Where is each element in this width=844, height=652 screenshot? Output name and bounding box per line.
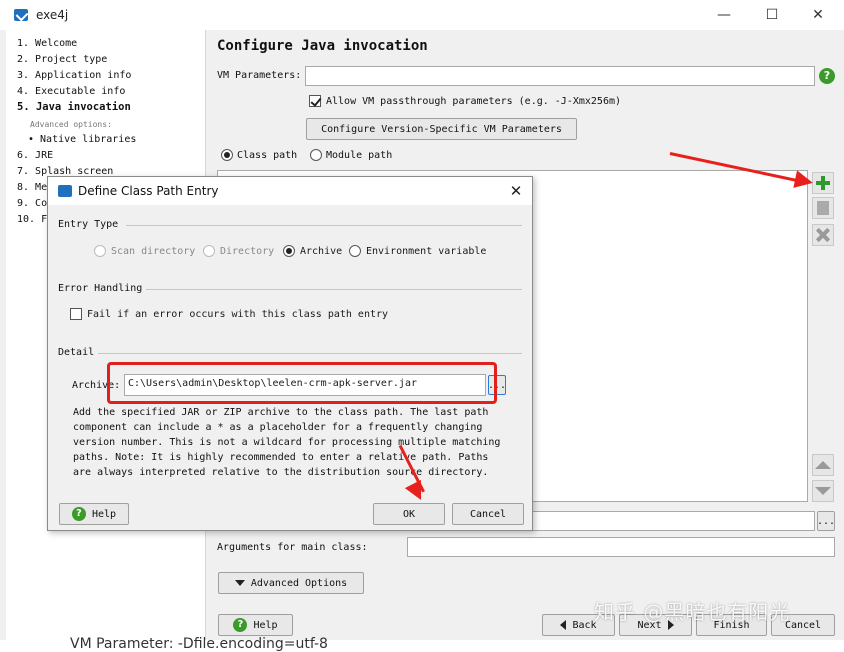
vm-parameters-input[interactable] (305, 66, 815, 86)
chevron-up-icon (815, 461, 831, 469)
move-up-button[interactable] (812, 454, 834, 476)
class-path-option[interactable]: Class path (221, 149, 297, 161)
fail-on-error-option[interactable]: Fail if an error occurs with this class … (70, 308, 388, 320)
help-icon[interactable]: ? (819, 68, 835, 84)
main-class-browse-button[interactable]: ... (817, 511, 835, 531)
archive-option-label: Archive (300, 245, 343, 257)
allow-passthrough-label: Allow VM passthrough parameters (e.g. -J… (326, 95, 622, 107)
allow-passthrough-checkbox[interactable] (309, 95, 321, 107)
directory-label: Directory (220, 245, 275, 257)
step-executable-info[interactable]: 4. Executable info (17, 86, 125, 97)
step-jre[interactable]: 6. JRE (17, 150, 53, 161)
fail-on-error-label: Fail if an error occurs with this class … (87, 308, 389, 320)
environment-variable-label: Environment variable (366, 245, 487, 257)
description-line: Add the specified JAR or ZIP archive to … (73, 407, 489, 418)
background-vm-parameter-text: VM Parameter: -Dfile.encoding=utf-8 (70, 636, 328, 652)
arguments-input[interactable] (407, 537, 835, 557)
help-icon: ? (71, 507, 86, 521)
chevron-down-icon (815, 487, 831, 495)
move-down-button[interactable] (812, 480, 834, 502)
environment-variable-option[interactable]: Environment variable (349, 245, 486, 257)
exe4j-dialog-icon (58, 185, 72, 197)
archive-radio[interactable] (283, 245, 295, 257)
page-title: Configure Java invocation (217, 38, 428, 54)
ok-button[interactable]: OK (373, 503, 445, 525)
minimize-button[interactable]: — (712, 4, 736, 26)
scan-directory-label: Scan directory (111, 245, 196, 257)
step-9[interactable]: 9. Co (17, 198, 47, 209)
window-title: exe4j (36, 8, 69, 22)
edit-entry-button[interactable] (812, 197, 834, 219)
advanced-options-button[interactable]: Advanced Options (218, 572, 364, 594)
class-path-radio[interactable] (221, 149, 233, 161)
archive-description: Add the specified JAR or ZIP archive to … (73, 405, 500, 480)
directory-option[interactable]: Directory (203, 245, 274, 257)
description-line: paths. Note: It is highly recommended to… (73, 452, 489, 463)
scan-directory-option[interactable]: Scan directory (94, 245, 195, 257)
close-button[interactable]: ✕ (806, 4, 830, 26)
error-handling-divider (146, 289, 522, 290)
dialog-cancel-button[interactable]: Cancel (452, 503, 524, 525)
maximize-button[interactable]: ☐ (760, 4, 784, 26)
vm-parameters-label: VM Parameters: (217, 70, 302, 81)
class-path-label: Class path (237, 149, 298, 161)
entry-type-divider (126, 225, 522, 226)
help-button[interactable]: ? Help (218, 614, 293, 636)
main-class-input[interactable] (527, 511, 815, 531)
description-line: component can include a * as a placehold… (73, 422, 483, 433)
archive-option[interactable]: Archive (283, 245, 342, 257)
module-path-radio[interactable] (310, 149, 322, 161)
detail-section-title: Detail (58, 347, 95, 358)
triangle-down-icon (234, 580, 245, 586)
module-path-label: Module path (326, 149, 393, 161)
dialog-close-icon[interactable]: ✕ (506, 181, 526, 201)
step-java-invocation[interactable]: 5. Java invocation (17, 101, 131, 113)
step-8[interactable]: 8. Me (17, 182, 47, 193)
archive-path-highlight (107, 362, 497, 404)
directory-radio[interactable] (203, 245, 215, 257)
dialog-title: Define Class Path Entry (78, 184, 219, 198)
advanced-options-label: Advanced Options (250, 577, 348, 589)
step-native-libraries[interactable]: • Native libraries (28, 134, 136, 145)
help-label: Help (253, 619, 278, 631)
dialog-title-bar: Define Class Path Entry ✕ (48, 177, 532, 205)
step-welcome[interactable]: 1. Welcome (17, 38, 77, 49)
annotation-arrowhead-add (793, 170, 815, 192)
detail-divider (98, 353, 522, 354)
advanced-options-caption: Advanced options: (30, 120, 112, 129)
fail-on-error-checkbox[interactable] (70, 308, 82, 320)
edit-document-icon (817, 201, 829, 215)
remove-entry-button[interactable] (812, 224, 834, 246)
description-line: version number. This is not a wildcard f… (73, 437, 501, 448)
exe4j-app-icon (14, 9, 28, 21)
back-label: Back (572, 619, 597, 631)
dialog-help-label: Help (91, 508, 117, 520)
module-path-option[interactable]: Module path (310, 149, 392, 161)
add-entry-button[interactable] (812, 172, 834, 194)
environment-variable-radio[interactable] (349, 245, 361, 257)
step-application-info[interactable]: 3. Application info (17, 70, 131, 81)
help-icon: ? (233, 618, 248, 632)
arrow-left-icon (560, 620, 567, 630)
define-class-path-entry-dialog: Define Class Path Entry ✕ Entry Type Sca… (47, 176, 533, 531)
description-line: are always interpreted relative to the d… (73, 467, 489, 478)
scan-directory-radio[interactable] (94, 245, 106, 257)
arguments-label: Arguments for main class: (217, 542, 368, 553)
step-10[interactable]: 10. F (17, 214, 47, 225)
step-project-type[interactable]: 2. Project type (17, 54, 107, 65)
entry-type-section-title: Entry Type (58, 219, 119, 230)
zhihu-watermark: 知乎 @黑暗也有阳光 (594, 600, 791, 624)
allow-passthrough-option[interactable]: Allow VM passthrough parameters (e.g. -J… (309, 95, 621, 107)
configure-version-specific-button[interactable]: Configure Version-Specific VM Parameters (306, 118, 577, 140)
dialog-help-button[interactable]: ? Help (59, 503, 129, 525)
title-bar: exe4j — ☐ ✕ (0, 0, 844, 30)
error-handling-section-title: Error Handling (58, 283, 143, 294)
